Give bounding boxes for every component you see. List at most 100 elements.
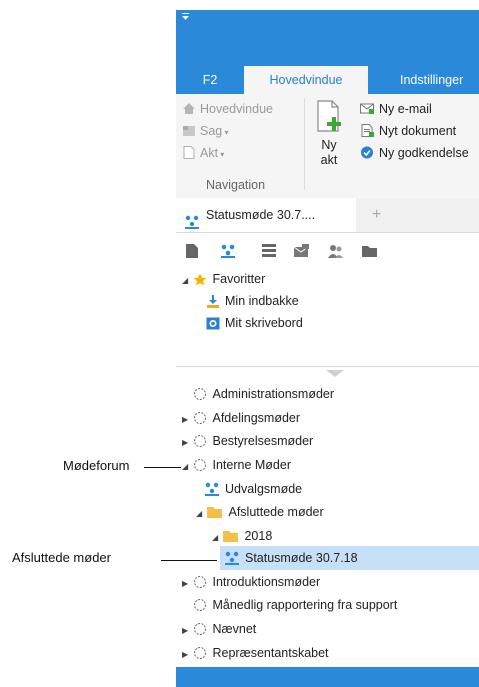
title-bar bbox=[176, 10, 479, 36]
case-label: Sag bbox=[200, 124, 223, 138]
tree-item-status-meeting[interactable]: Statusmøde 30.7.18 bbox=[224, 547, 358, 569]
tab-main-window[interactable]: Hovedvindue bbox=[244, 66, 368, 94]
new-document-icon bbox=[316, 100, 344, 137]
desktop-icon bbox=[206, 315, 220, 337]
ribbon-tab-bar: F2 Hovedvindue Indstillinger bbox=[176, 36, 479, 94]
new-act-label: Ny akt bbox=[310, 138, 348, 168]
tree-item-label: Administrationsmøder bbox=[212, 387, 335, 401]
chevron-down-icon: ▾ bbox=[222, 128, 229, 137]
contacts-icon[interactable] bbox=[328, 244, 344, 261]
new-email-button[interactable]: Ny e-mail bbox=[360, 98, 432, 120]
tree-item-label: Afdelingsmøder bbox=[212, 411, 301, 425]
add-tab-icon[interactable]: + bbox=[372, 198, 381, 232]
status-bar bbox=[176, 667, 479, 687]
meeting-icon[interactable] bbox=[220, 244, 236, 261]
tab-f2[interactable]: F2 bbox=[176, 66, 244, 94]
main-window-button[interactable]: Hovedvindue bbox=[182, 98, 273, 120]
meeting-forum-icon bbox=[193, 597, 207, 619]
expanded-arrow-icon[interactable]: ◢ bbox=[196, 503, 204, 525]
document-tab-bar: Statusmøde 30.7.... + bbox=[176, 198, 479, 233]
document-icon bbox=[182, 144, 196, 159]
tab-status-meeting[interactable]: Statusmøde 30.7.... bbox=[176, 198, 356, 232]
new-act-button[interactable]: Ny akt bbox=[310, 98, 348, 180]
new-email-label: Ny e-mail bbox=[379, 102, 432, 116]
tree-item-label: 2018 bbox=[244, 529, 273, 543]
tree-item-representatives[interactable]: ▶ Repræsentantskabet bbox=[182, 642, 329, 664]
new-document-icon bbox=[360, 122, 375, 137]
meeting-icon bbox=[204, 481, 220, 503]
tree-item-label: Udvalgsmøde bbox=[225, 482, 303, 496]
act-label: Akt bbox=[200, 146, 219, 160]
collapse-arrow-icon[interactable] bbox=[326, 370, 344, 377]
tab-settings[interactable]: Indstillinger bbox=[376, 66, 479, 94]
collapsed-arrow-icon[interactable]: ▶ bbox=[182, 620, 190, 642]
collapsed-arrow-icon[interactable]: ▶ bbox=[182, 409, 190, 431]
document-icon[interactable] bbox=[186, 244, 198, 261]
list-icon[interactable] bbox=[262, 244, 276, 261]
meeting-forum-icon bbox=[193, 621, 207, 643]
new-document-label: Nyt dokument bbox=[379, 124, 457, 138]
meeting-forum-icon bbox=[193, 410, 207, 432]
collapsed-arrow-icon[interactable]: ▶ bbox=[182, 573, 190, 595]
f2-app-window: F2 Hovedvindue Indstillinger Hovedvindue… bbox=[176, 10, 479, 687]
new-approval-label: Ny godkendelse bbox=[379, 146, 469, 160]
tree-item-label: Månedlig rapportering fra support bbox=[212, 598, 398, 612]
expanded-arrow-icon[interactable]: ◢ bbox=[182, 456, 190, 478]
new-act-label-line2: akt bbox=[320, 153, 338, 167]
meeting-forum-icon bbox=[193, 433, 207, 455]
favorite-item-label: Min indbakke bbox=[225, 294, 299, 308]
tree-item-administration[interactable]: Administrationsmøder bbox=[182, 383, 334, 405]
tree-item-committee[interactable]: Udvalgsmøde bbox=[204, 478, 302, 500]
email-icon[interactable] bbox=[293, 244, 310, 261]
meeting-forum-callout: Mødeforum bbox=[63, 458, 130, 473]
tree-item-intro[interactable]: ▶ Introduktionsmøder bbox=[182, 571, 320, 593]
collapsed-arrow-icon[interactable]: ▶ bbox=[182, 432, 190, 454]
folder-icon[interactable] bbox=[362, 244, 378, 261]
navigation-group-label: Navigation bbox=[206, 178, 266, 192]
tree-item-label: Afsluttede møder bbox=[228, 505, 324, 519]
quick-access-dropdown-icon[interactable] bbox=[182, 13, 190, 23]
pane-splitter[interactable] bbox=[176, 366, 479, 381]
favorites-title: Favoritter bbox=[212, 272, 266, 286]
expanded-arrow-icon[interactable]: ◢ bbox=[212, 527, 220, 549]
favorite-item-desktop[interactable]: Mit skrivebord bbox=[206, 312, 303, 334]
tree-item-completed[interactable]: ◢ Afsluttede møder bbox=[196, 501, 324, 523]
new-document-button[interactable]: Nyt dokument bbox=[360, 120, 456, 142]
tree-item-label: Repræsentantskabet bbox=[212, 646, 329, 660]
callout-line bbox=[161, 560, 217, 561]
home-icon bbox=[182, 100, 196, 114]
meeting-forum-icon bbox=[193, 386, 207, 408]
folder-icon bbox=[207, 504, 223, 526]
meeting-forum-icon bbox=[193, 645, 207, 667]
tree-item-board2[interactable]: ▶ Nævnet bbox=[182, 618, 256, 640]
tree-item-internal[interactable]: ◢ Interne Møder bbox=[182, 454, 291, 476]
act-dropdown-button[interactable]: Akt ▾ bbox=[182, 142, 224, 164]
favorite-item-label: Mit skrivebord bbox=[225, 316, 303, 330]
tree-item-board[interactable]: ▶ Bestyrelsesmøder bbox=[182, 430, 313, 452]
tree-item-label: Interne Møder bbox=[212, 458, 291, 472]
new-approval-button[interactable]: Ny godkendelse bbox=[360, 142, 469, 164]
tree-item-label: Bestyrelsesmøder bbox=[212, 434, 314, 448]
email-icon bbox=[360, 100, 375, 114]
tree-item-label: Statusmøde 30.7.18 bbox=[245, 551, 358, 565]
favorites-group[interactable]: ◢ Favoritter bbox=[182, 268, 265, 290]
ribbon-divider bbox=[304, 98, 305, 190]
case-icon bbox=[182, 122, 196, 136]
ribbon-panel: Hovedvindue Sag ▾ Akt ▾ Navigation Ny ak… bbox=[176, 94, 479, 199]
case-dropdown-button[interactable]: Sag ▾ bbox=[182, 120, 229, 142]
callout-line bbox=[144, 467, 181, 468]
tree-item-monthly[interactable]: Månedlig rapportering fra support bbox=[182, 594, 397, 616]
favorite-item-inbox[interactable]: Min indbakke bbox=[206, 290, 299, 312]
approval-check-icon bbox=[360, 144, 375, 159]
new-act-label-line1: Ny bbox=[321, 138, 337, 152]
tree-item-year[interactable]: ◢ 2018 bbox=[212, 525, 272, 547]
expanded-arrow-icon[interactable]: ◢ bbox=[182, 270, 190, 292]
collapsed-arrow-icon[interactable]: ▶ bbox=[182, 644, 190, 666]
main-window-label: Hovedvindue bbox=[200, 102, 273, 116]
meeting-forum-icon bbox=[193, 574, 207, 596]
meeting-forum-icon bbox=[193, 457, 207, 479]
chevron-down-icon: ▾ bbox=[218, 150, 225, 159]
tree-item-department[interactable]: ▶ Afdelingsmøder bbox=[182, 407, 300, 429]
tree-item-label: Nævnet bbox=[212, 622, 257, 636]
tab-status-meeting-label: Statusmøde 30.7.... bbox=[206, 208, 316, 222]
